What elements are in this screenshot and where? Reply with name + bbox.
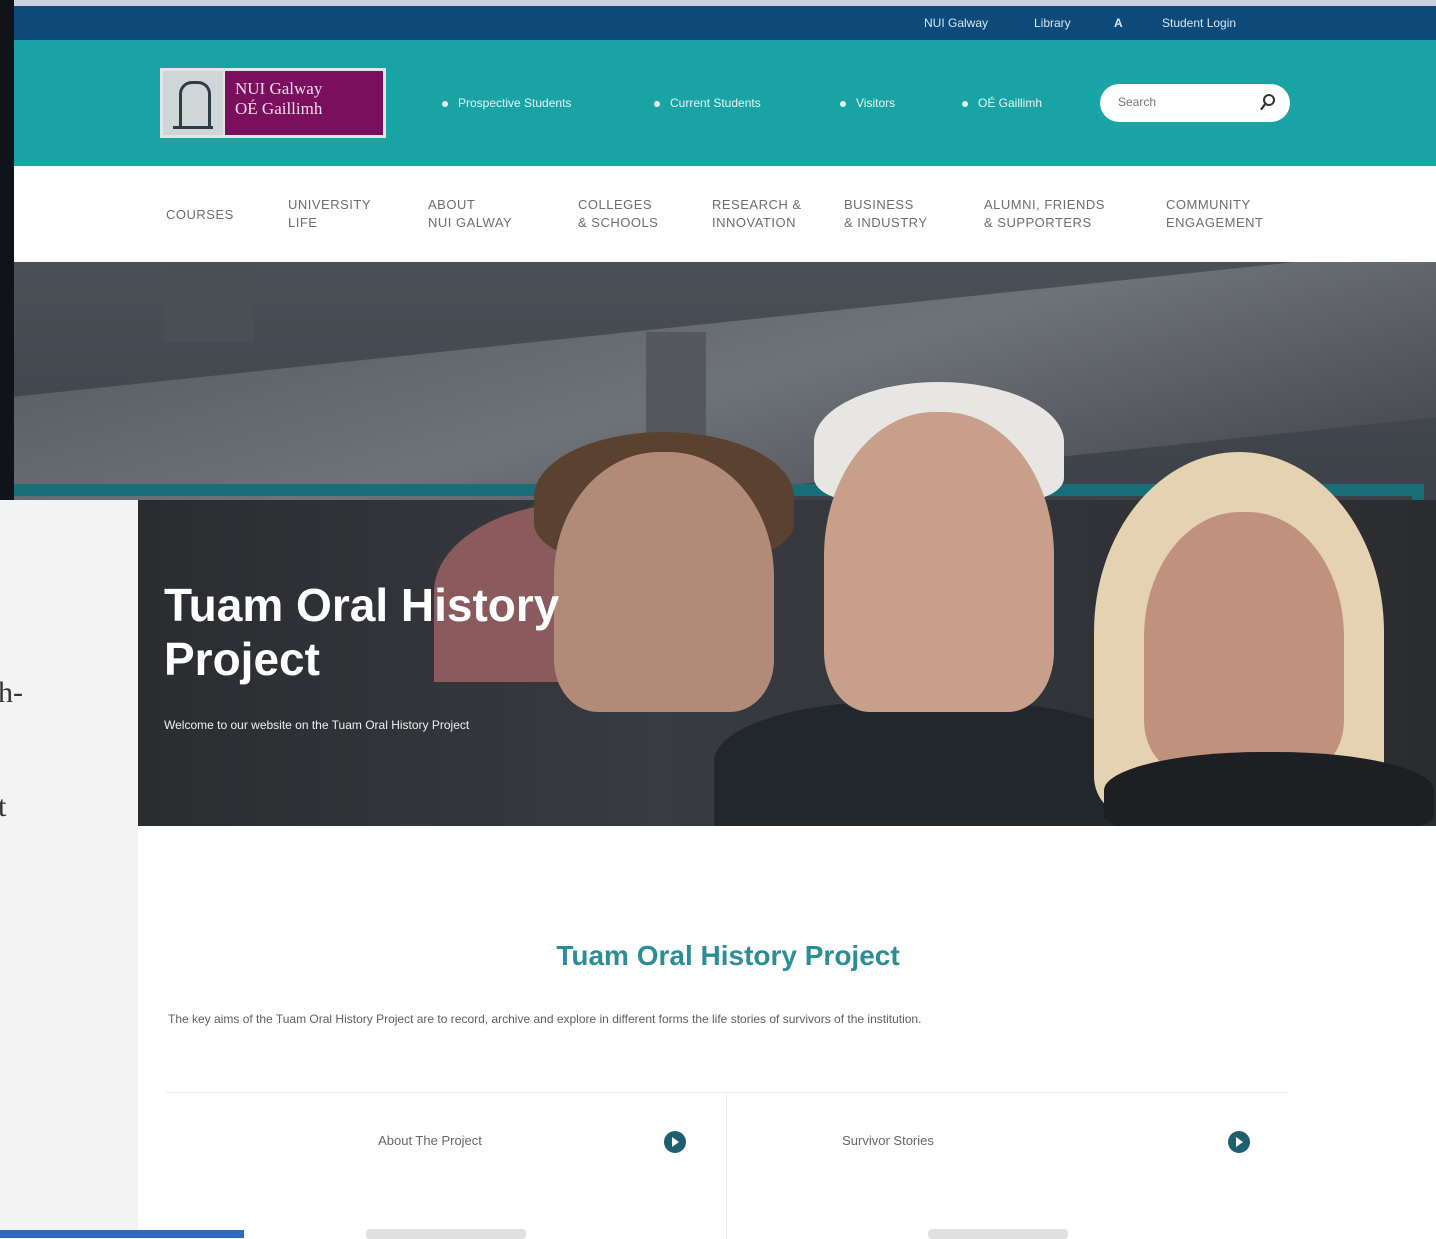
background-text-fragment: t (0, 790, 7, 823)
hero-title: Tuam Oral History Project (164, 578, 684, 686)
nav-line-2: NUI GALWAY (428, 215, 513, 230)
hero-person-image (1104, 752, 1434, 826)
utility-link-nuigalway[interactable]: NUI Galway (924, 16, 988, 30)
bullet-icon (442, 100, 448, 107)
bullet-icon (840, 100, 846, 107)
site-header: NUI Galway OÉ Gaillimh Prospective Stude… (14, 40, 1436, 166)
header-link-visitors[interactable]: Visitors (840, 96, 895, 110)
arrow-right-circle-icon (1228, 1131, 1250, 1153)
university-logo[interactable]: NUI Galway OÉ Gaillimh (160, 68, 386, 138)
nav-line-1: BUSINESS (844, 197, 914, 212)
nav-item-business[interactable]: BUSINESS & INDUSTRY (844, 196, 928, 232)
nav-line-2: ENGAGEMENT (1166, 215, 1264, 230)
nav-line-1: COLLEGES (578, 197, 653, 212)
card-label: Survivor Stories (842, 1133, 934, 1148)
hero-chimney-image (164, 262, 254, 342)
nav-item-alumni[interactable]: ALUMNI, FRIENDS & SUPPORTERS (984, 196, 1105, 232)
bullet-icon (654, 100, 660, 107)
main-nav: COURSES UNIVERSITY LIFE ABOUT NUI GALWAY C… (14, 166, 1436, 262)
nav-line-1: RESEARCH & (712, 197, 802, 212)
hero-title-line-2: Project (164, 633, 320, 685)
nav-line-1: UNIVERSITY (288, 197, 372, 212)
hero-banner: Tuam Oral History Project Welcome to our… (14, 262, 1436, 826)
nav-item-research[interactable]: RESEARCH & INNOVATION (712, 196, 802, 232)
nav-line-2: & SCHOOLS (578, 215, 659, 230)
logo-line-2: OÉ Gaillimh (235, 99, 323, 118)
nav-line-1: ALUMNI, FRIENDS (984, 197, 1105, 212)
nav-line-2: & SUPPORTERS (984, 215, 1092, 230)
screen-frame-left (0, 0, 14, 500)
utility-link-library[interactable]: Library (1034, 16, 1071, 30)
nav-line-1: ABOUT (428, 197, 476, 212)
section-title: Tuam Oral History Project (556, 940, 900, 971)
card-survivor-stories[interactable]: Survivor Stories (728, 1093, 1288, 1239)
background-window: h- t (0, 500, 138, 1238)
nav-item-colleges[interactable]: COLLEGES & SCHOOLS (578, 196, 658, 232)
background-text-fragment: h- (0, 676, 23, 709)
nav-line-1: COURSES (166, 207, 234, 222)
utility-bar: NUI Galway Library A Student Login (14, 6, 1436, 40)
nav-line-1: COMMUNITY (1166, 197, 1251, 212)
nav-item-courses[interactable]: COURSES (166, 206, 234, 224)
text-size-toggle[interactable]: A (1114, 16, 1123, 30)
header-link-label: Visitors (856, 96, 896, 110)
taskbar (0, 1230, 244, 1238)
header-link-oe-gaillimh[interactable]: OÉ Gaillimh (962, 96, 1042, 110)
utility-link-student-login[interactable]: Student Login (1162, 16, 1236, 30)
hero-subtitle: Welcome to our website on the Tuam Oral … (164, 718, 470, 732)
nav-item-about[interactable]: ABOUT NUI GALWAY (428, 196, 512, 232)
hero-person-image (824, 412, 1054, 712)
nav-item-university-life[interactable]: UNIVERSITY LIFE (288, 196, 371, 232)
hero-person-image (714, 702, 1144, 826)
nav-line-2: INNOVATION (712, 215, 796, 230)
hero-person-image (1144, 512, 1344, 772)
section-description: The key aims of the Tuam Oral History Pr… (168, 1012, 922, 1026)
search-box (1100, 84, 1290, 122)
search-input[interactable] (1116, 94, 1250, 110)
bullet-icon (962, 100, 968, 107)
hero-chimney-image (646, 332, 706, 442)
header-link-label: OÉ Gaillimh (978, 96, 1043, 110)
nav-item-community[interactable]: COMMUNITY ENGAGEMENT (1166, 196, 1263, 232)
nav-line-2: & INDUSTRY (844, 215, 928, 230)
hero-title-line-1: Tuam Oral History (164, 579, 560, 631)
card-about-project[interactable]: About The Project (166, 1093, 727, 1239)
logo-text: NUI Galway OÉ Gaillimh (225, 71, 322, 135)
header-link-label: Prospective Students (458, 96, 572, 110)
link-cards: About The Project Survivor Stories (166, 1092, 1288, 1239)
header-link-prospective-students[interactable]: Prospective Students (442, 96, 571, 110)
university-emblem-icon (163, 71, 225, 135)
search-icon[interactable] (1260, 93, 1276, 113)
header-link-current-students[interactable]: Current Students (654, 96, 761, 110)
logo-line-1: NUI Galway (235, 79, 323, 98)
header-link-label: Current Students (670, 96, 761, 110)
nav-line-2: LIFE (288, 215, 318, 230)
